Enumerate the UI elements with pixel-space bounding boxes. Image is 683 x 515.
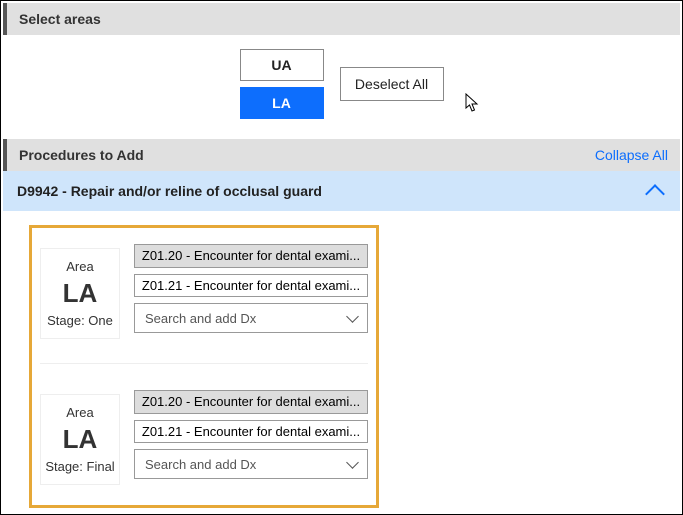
select-areas-title: Select areas <box>19 11 101 27</box>
dx-secondary-pill[interactable]: Z01.21 - Encounter for dental exami... <box>134 274 368 298</box>
procedures-header: Procedures to Add Collapse All <box>3 139 680 171</box>
dx-search-placeholder: Search and add Dx <box>145 457 256 472</box>
procedures-title: Procedures to Add <box>19 147 144 163</box>
chevron-up-icon <box>645 184 665 204</box>
chevron-down-icon <box>346 456 359 469</box>
toggle-la[interactable]: LA <box>240 87 324 119</box>
area-label: Area <box>45 405 115 420</box>
dx-primary-pill[interactable]: Z01.20 - Encounter for dental exami... <box>134 244 368 268</box>
dx-search-dropdown[interactable]: Search and add Dx <box>134 303 368 333</box>
chevron-down-icon <box>346 310 359 323</box>
area-code: LA <box>45 424 115 455</box>
stage-label: Stage: One <box>45 313 115 328</box>
deselect-all-button[interactable]: Deselect All <box>340 67 444 101</box>
stage-row-one: Area LA Stage: One Z01.20 - Encounter fo… <box>40 238 368 345</box>
area-label: Area <box>45 259 115 274</box>
dx-search-dropdown[interactable]: Search and add Dx <box>134 449 368 479</box>
area-select-group: UA LA Deselect All <box>1 35 682 137</box>
stage-label: Stage: Final <box>45 459 115 474</box>
stages-highlight-box: Area LA Stage: One Z01.20 - Encounter fo… <box>29 225 379 508</box>
stage-row-final: Area LA Stage: Final Z01.20 - Encounter … <box>40 363 368 491</box>
area-toggle-column: UA LA <box>240 49 324 119</box>
procedure-label: D9942 - Repair and/or reline of occlusal… <box>17 183 322 199</box>
area-card: Area LA Stage: One <box>40 248 120 339</box>
dx-column: Z01.20 - Encounter for dental exami... Z… <box>134 244 368 339</box>
dx-search-placeholder: Search and add Dx <box>145 311 256 326</box>
toggle-ua[interactable]: UA <box>240 49 324 81</box>
procedure-accordion-d9942[interactable]: D9942 - Repair and/or reline of occlusal… <box>3 171 680 211</box>
dx-primary-pill[interactable]: Z01.20 - Encounter for dental exami... <box>134 390 368 414</box>
area-code: LA <box>45 278 115 309</box>
dx-secondary-pill[interactable]: Z01.21 - Encounter for dental exami... <box>134 420 368 444</box>
collapse-all-link[interactable]: Collapse All <box>595 147 668 163</box>
area-card: Area LA Stage: Final <box>40 394 120 485</box>
select-areas-header: Select areas <box>3 3 680 35</box>
dx-column: Z01.20 - Encounter for dental exami... Z… <box>134 390 368 485</box>
